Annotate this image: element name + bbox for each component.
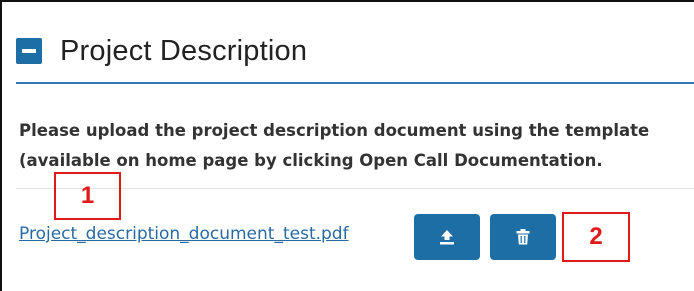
project-description-panel: Project Description Please upload the pr… [0, 0, 694, 291]
upload-instructions: Please upload the project description do… [19, 116, 694, 176]
minus-icon [22, 49, 36, 53]
annotation-marker-1: 1 [54, 172, 121, 220]
trash-icon [516, 229, 530, 245]
annotation-marker-2: 2 [562, 212, 630, 262]
header-divider [16, 82, 694, 84]
upload-icon [440, 230, 454, 245]
uploaded-file-link[interactable]: Project_description_document_test.pdf [19, 224, 349, 244]
collapse-button[interactable] [16, 38, 42, 64]
upload-button[interactable] [414, 214, 480, 260]
delete-button[interactable] [490, 214, 556, 260]
panel-header: Project Description [16, 26, 307, 76]
instructions-line-1: Please upload the project description do… [19, 121, 650, 140]
panel-title: Project Description [60, 34, 308, 67]
